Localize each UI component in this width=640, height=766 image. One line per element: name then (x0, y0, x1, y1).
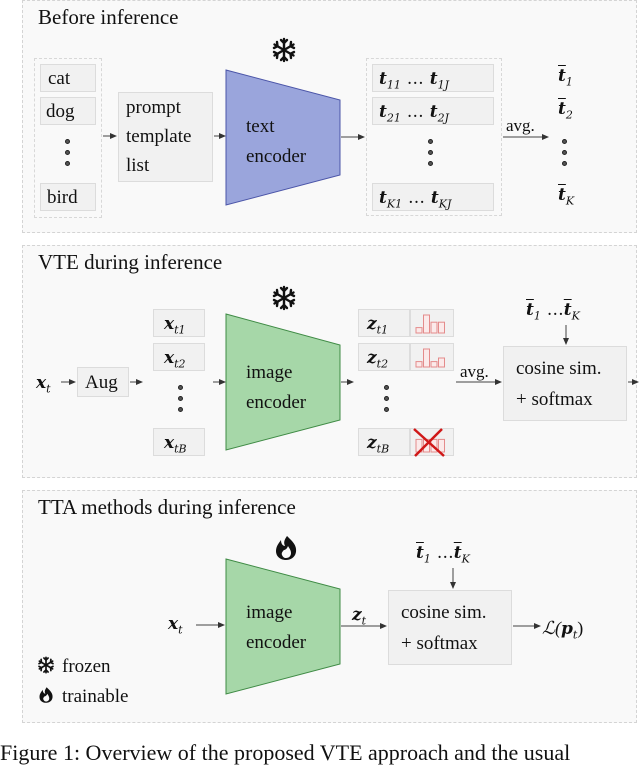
entropy-histograms (413, 314, 445, 457)
flame-icon (276, 536, 297, 560)
text-encoder-label: text encoder (246, 116, 307, 167)
hist-bar (423, 314, 430, 334)
flame-icon (39, 687, 53, 703)
diagram-graphics (38, 37, 639, 703)
tta-image-encoder-label: image encoder (246, 602, 307, 653)
hist-bar (438, 438, 445, 453)
hist-bar (430, 321, 438, 334)
snowflake-icon (272, 37, 296, 63)
hist-bar (415, 361, 423, 368)
hist-bar (415, 327, 423, 334)
hist-bar (438, 321, 445, 334)
hist-bar (430, 361, 438, 368)
hist-bar (438, 357, 445, 368)
vte-image-encoder-label: image encoder (246, 362, 307, 413)
hist-bar (423, 348, 430, 368)
snowflake-icon (272, 285, 296, 311)
snowflake-icon (38, 656, 54, 674)
